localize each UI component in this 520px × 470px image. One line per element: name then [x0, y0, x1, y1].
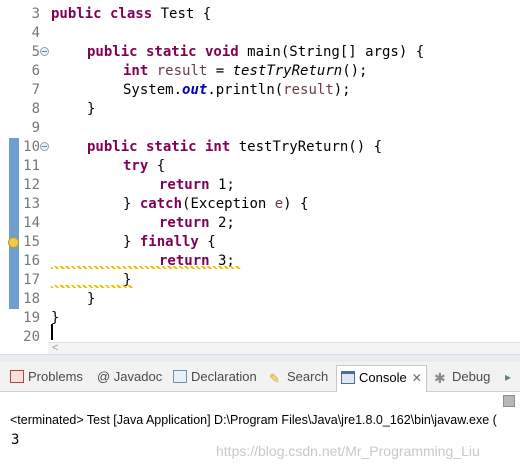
code-line[interactable]: 13 } catch(Exception e) { [0, 195, 520, 214]
code-line[interactable]: 14 return 2; [0, 214, 520, 233]
tab-console[interactable]: Console ✕ [336, 365, 427, 392]
code-line[interactable]: 18 } [0, 290, 520, 309]
text-cursor [51, 324, 53, 340]
tab-search[interactable]: ✎ Search [269, 367, 328, 389]
line-number: 4 [31, 25, 40, 41]
code-text: public class Test { [51, 6, 212, 22]
problems-icon [10, 370, 24, 383]
code-line[interactable]: 15 } finally { [0, 233, 520, 252]
console-icon [341, 371, 355, 384]
code-line[interactable]: 7 System.out.println(result); [0, 81, 520, 100]
console-status-line: <terminated> Test [Java Application] D:\… [10, 413, 497, 427]
code-line[interactable]: 11 try { [0, 157, 520, 176]
tab-declaration[interactable]: Declaration [173, 367, 257, 389]
code-text: int result = testTryReturn(); [123, 63, 368, 79]
warning-underline [51, 266, 241, 269]
code-text: public static void main(String[] args) { [87, 44, 425, 60]
code-line[interactable]: 19 } [0, 309, 520, 328]
code-line[interactable]: 4 [0, 24, 520, 43]
code-text: } catch(Exception e) { [123, 196, 309, 212]
line-number: 19 [23, 310, 40, 326]
scroll-left-icon[interactable]: < [52, 342, 58, 354]
line-number: 6 [31, 63, 40, 79]
line-number: 18 [23, 291, 40, 307]
code-line[interactable]: 12 return 1; [0, 176, 520, 195]
tab-debug[interactable]: ✱ Debug [434, 367, 490, 389]
console-output[interactable]: 3 [11, 432, 19, 448]
code-text: return 2; [159, 215, 235, 231]
line-number: 15 [23, 234, 40, 250]
line-number: 3 [31, 6, 40, 22]
code-text: } [87, 291, 96, 307]
views-tab-bar: Problems @ Javadoc Declaration ✎ Search C… [0, 362, 520, 392]
line-number: 8 [31, 101, 40, 117]
warning-underline [51, 285, 133, 288]
tab-javadoc[interactable]: @ Javadoc [97, 367, 162, 389]
declaration-icon [173, 370, 187, 383]
code-text: } [87, 101, 96, 117]
terminate-icon[interactable] [503, 395, 515, 407]
code-text: try { [123, 158, 166, 174]
panel-divider[interactable] [0, 354, 520, 362]
line-number: 14 [23, 215, 40, 231]
line-number: 7 [31, 82, 40, 98]
fold-toggle-icon[interactable] [40, 47, 49, 56]
code-line[interactable]: 9 [0, 119, 520, 138]
line-number: 12 [23, 177, 40, 193]
code-line[interactable]: 8 } [0, 100, 520, 119]
line-number: 5 [31, 44, 40, 60]
line-number: 17 [23, 272, 40, 288]
code-editor[interactable]: 3 public class Test { 4 5 public static … [0, 0, 520, 342]
code-line[interactable]: 6 int result = testTryReturn(); [0, 62, 520, 81]
search-icon: ✎ [269, 371, 280, 386]
tab-problems[interactable]: Problems [10, 367, 83, 389]
watermark: https://blog.csdn.net/Mr_Programming_Liu [216, 443, 480, 459]
line-number: 13 [23, 196, 40, 212]
code-line[interactable]: 20 [0, 328, 520, 342]
line-number: 9 [31, 120, 40, 136]
code-line[interactable]: 3 public class Test { [0, 5, 520, 24]
horizontal-scrollbar[interactable]: < [48, 342, 520, 354]
line-number: 11 [23, 158, 40, 174]
code-text: } finally { [123, 234, 216, 250]
line-number: 20 [23, 329, 40, 342]
line-number: 10 [23, 139, 40, 155]
console-toolbar [0, 392, 520, 410]
code-line[interactable]: 5 public static void main(String[] args)… [0, 43, 520, 62]
view-menu-icon[interactable]: ▸ [505, 370, 511, 384]
code-text: System.out.println(result); [123, 82, 351, 98]
debug-icon: ✱ [434, 370, 446, 386]
fold-toggle-icon[interactable] [40, 142, 49, 151]
code-text: public static int testTryReturn() { [87, 139, 383, 155]
code-line[interactable]: 10 public static int testTryReturn() { [0, 138, 520, 157]
line-number: 16 [23, 253, 40, 269]
code-text: return 1; [159, 177, 235, 193]
close-icon[interactable]: ✕ [412, 366, 422, 390]
